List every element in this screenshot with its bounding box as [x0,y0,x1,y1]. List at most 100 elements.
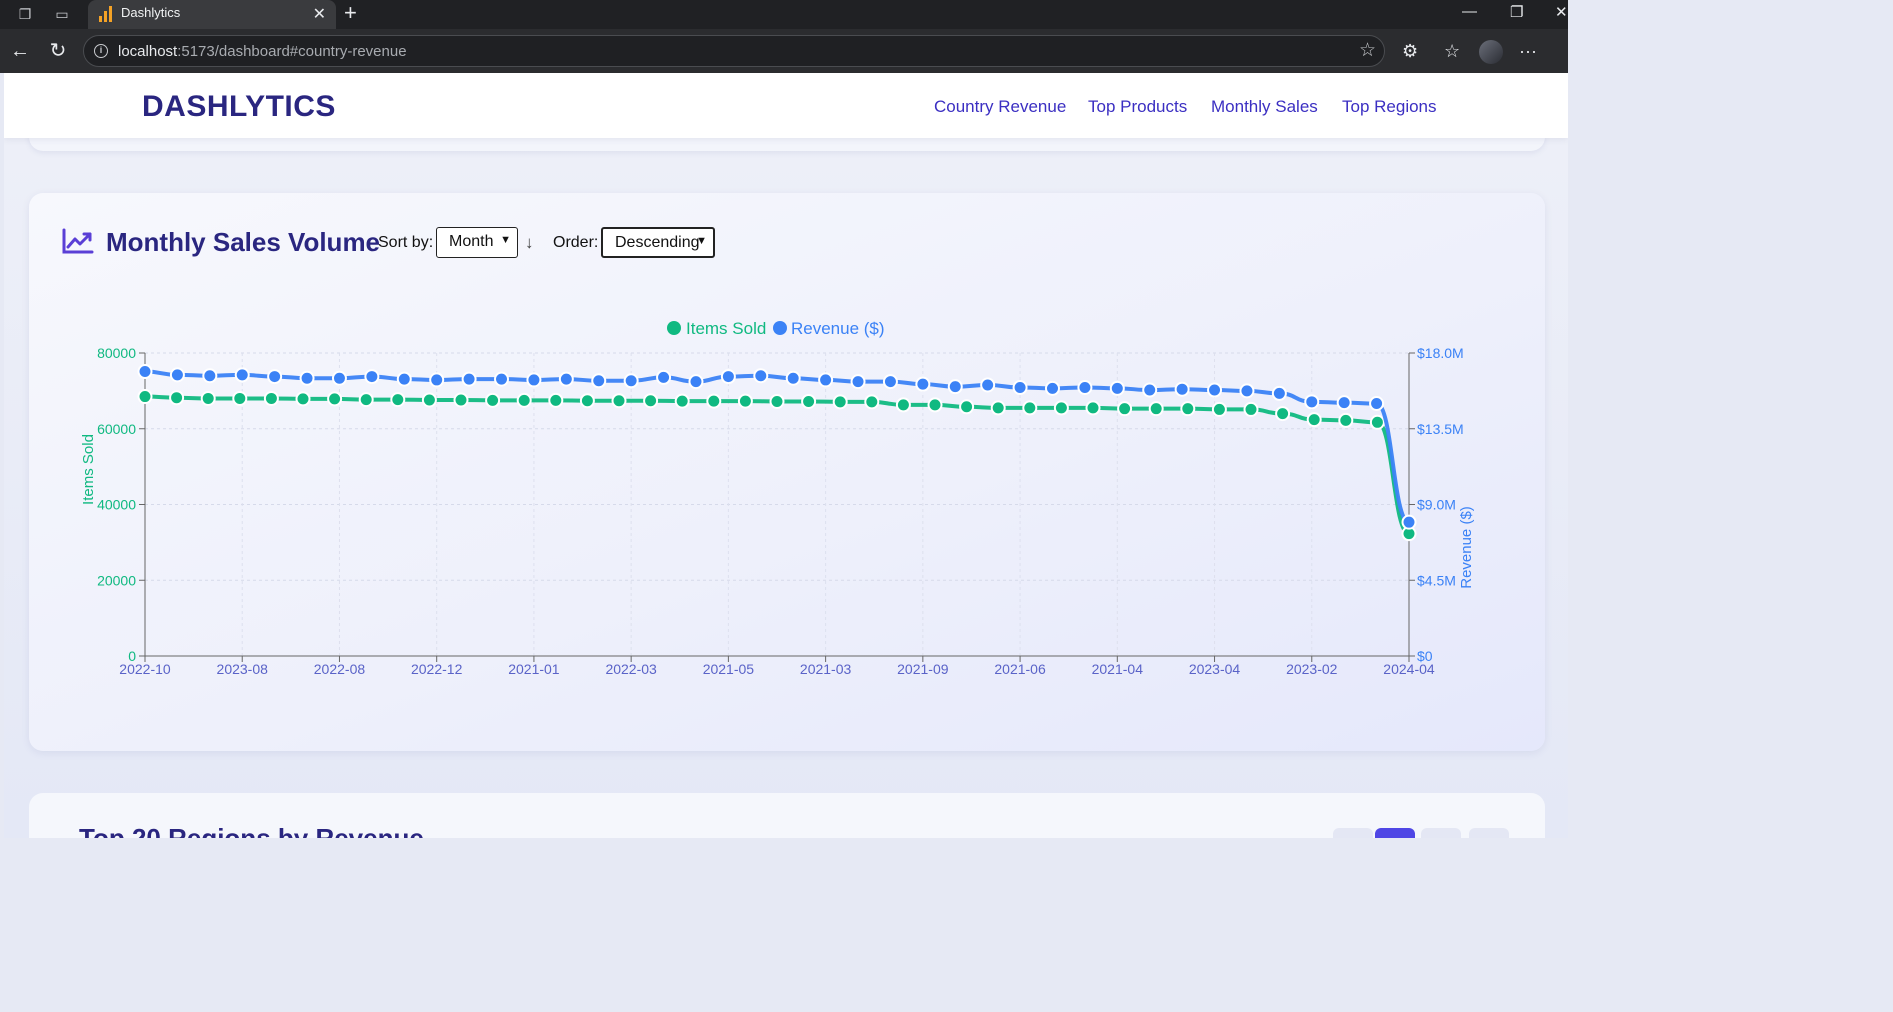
revenue-point [1369,396,1385,411]
extensions-icon[interactable]: ⚙ [1402,40,1418,62]
back-icon[interactable]: ← [9,40,31,62]
items-sold-point [1085,400,1101,416]
x-tick-label: 2021-04 [1092,661,1144,677]
favorites-icon[interactable]: ☆ [1444,40,1460,62]
revenue-point [1239,383,1255,399]
page-viewport: DASHLYTICS Country Revenue Top Products … [4,73,1568,838]
nav-top-products[interactable]: Top Products [1088,97,1187,117]
x-tick-label: 2023-08 [217,661,269,677]
revenue-point [526,372,542,388]
brand-logo[interactable]: DASHLYTICS [142,90,336,124]
monthly-sales-card: Monthly Sales Volume Sort by: Month ▼ ↓ O… [29,193,1545,751]
x-tick-label: 2023-04 [1189,661,1241,677]
revenue-point [591,373,607,389]
y-tick-label-left: 80000 [97,345,136,361]
y-tick-label-left: 40000 [97,497,136,513]
items-sold-point [801,393,817,409]
revenue-point [1271,385,1287,401]
items-sold-point [358,392,374,408]
y-axis-title-left: Items Sold [80,434,97,505]
pagination-button[interactable] [1333,828,1373,838]
revenue-point [558,371,574,387]
browser-toolbar: ← ↻ i localhost:5173/dashboard#country-r… [0,29,1568,73]
restore-icon[interactable]: ❐ [1510,3,1523,21]
items-sold-point [1243,401,1259,417]
y-tick-label-right: $9.0M [1417,497,1456,513]
pagination-button-active[interactable] [1375,828,1415,838]
next-card-top-regions: Top 20 Regions by Revenue [29,793,1545,838]
revenue-point [1012,380,1028,396]
revenue-point [850,374,866,390]
y-tick-label-right: $0 [1417,648,1433,664]
items-sold-point [548,392,564,408]
more-menu-icon[interactable]: ··· [1519,40,1537,62]
revenue-point [169,367,185,383]
revenue-point [299,370,315,386]
reload-icon[interactable]: ↻ [47,40,69,62]
pagination-button[interactable] [1469,828,1509,838]
favorite-star-icon[interactable]: ☆ [1359,39,1376,62]
y-axis-title-right: Revenue ($) [1458,506,1475,589]
new-tab-icon[interactable]: + [344,1,357,25]
legend-revenue-label: Revenue ($) [791,319,885,338]
items-sold-point [674,393,690,409]
tab-title: Dashlytics [121,5,181,20]
revenue-point [1401,514,1417,530]
items-sold-point [390,392,406,408]
revenue-point [1044,380,1060,396]
items-sold-point [453,392,469,408]
browser-tab-strip: ❐ ▭ Dashlytics ✕ + — ❐ ✕ [0,0,1568,29]
items-sold-point [1148,401,1164,417]
revenue-point [818,372,834,388]
browser-tab-dashlytics[interactable]: Dashlytics ✕ [88,0,336,29]
items-sold-point [864,394,880,410]
items-sold-point [895,397,911,413]
revenue-point [1109,380,1125,396]
revenue-point [720,369,736,385]
revenue-point [980,377,996,393]
x-tick-label: 2022-12 [411,661,463,677]
items-sold-point [295,391,311,407]
items-sold-point [1338,412,1354,428]
url-text[interactable]: localhost:5173/dashboard#country-revenue [118,43,407,60]
revenue-point [688,374,704,390]
y-tick-label-right: $4.5M [1417,572,1456,588]
minimize-icon[interactable]: — [1462,3,1477,20]
items-sold-point [832,394,848,410]
site-header: DASHLYTICS Country Revenue Top Products … [4,73,1568,138]
nav-monthly-sales[interactable]: Monthly Sales [1211,97,1318,117]
items-sold-point [1211,401,1227,417]
legend-items-sold-label: Items Sold [686,319,766,338]
items-sold-point [579,393,595,409]
nav-top-regions[interactable]: Top Regions [1342,97,1437,117]
revenue-point [1336,395,1352,411]
tab-actions-icon[interactable]: ▭ [52,4,72,24]
revenue-point [429,372,445,388]
x-tick-label: 2021-01 [508,661,560,677]
items-sold-point [232,390,248,406]
nav-country-revenue[interactable]: Country Revenue [934,97,1066,117]
items-sold-point [737,393,753,409]
x-tick-label: 2023-02 [1286,661,1338,677]
revenue-point [331,370,347,386]
profile-avatar[interactable] [1479,40,1503,64]
revenue-point [623,373,639,389]
revenue-point [1207,382,1223,398]
revenue-point [267,369,283,385]
bar-chart-favicon-icon [99,6,113,22]
items-sold-point [1369,414,1385,430]
close-tab-icon[interactable]: ✕ [313,4,326,24]
pagination-button[interactable] [1421,828,1461,838]
close-window-icon[interactable]: ✕ [1555,3,1568,21]
items-sold-point [263,390,279,406]
site-info-icon[interactable]: i [94,44,108,58]
revenue-point [1174,381,1190,397]
items-sold-point [1117,401,1133,417]
revenue-point [1304,394,1320,410]
revenue-point [137,364,153,380]
items-sold-point [327,391,343,407]
address-bar[interactable]: i localhost:5173/dashboard#country-reven… [83,35,1385,67]
legend-revenue-marker [773,321,787,335]
workspaces-icon[interactable]: ❐ [15,4,35,24]
legend-items-sold-marker [667,321,681,335]
